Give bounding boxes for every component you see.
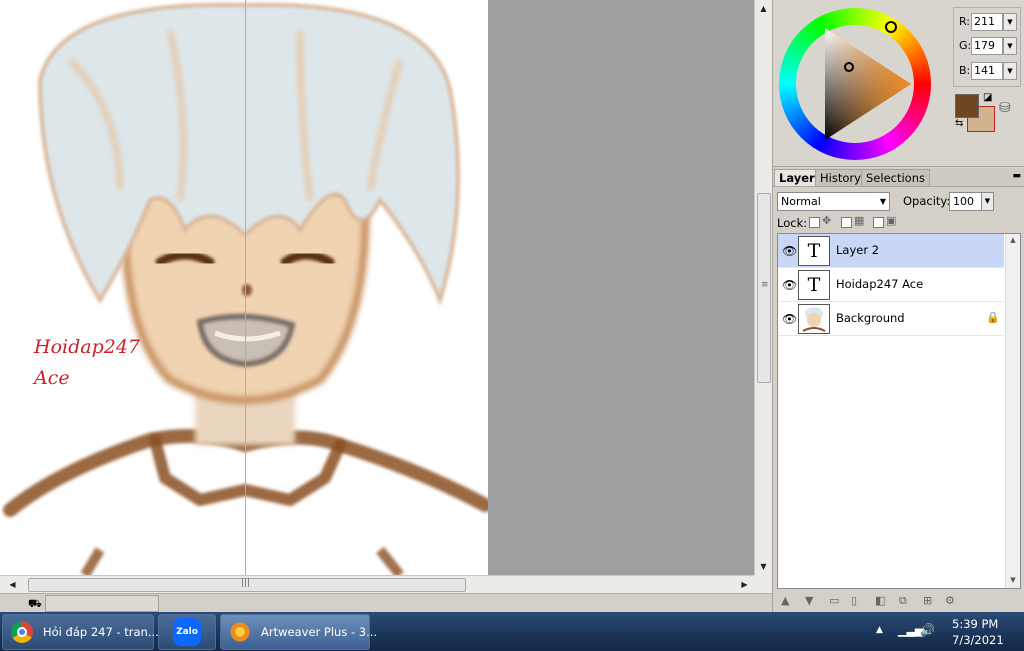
volume-icon[interactable]: 🔊 [920, 623, 935, 637]
scroll-down-arrow-icon[interactable]: ▼ [755, 558, 772, 575]
taskbar-item-label: Artweaver Plus - 3... [261, 625, 378, 639]
swap-colors-icon[interactable]: ◪ [983, 92, 992, 103]
clock-time[interactable]: 5:39 PM [952, 617, 998, 631]
chrome-icon [11, 621, 33, 643]
green-label: G: [959, 39, 972, 52]
red-dropdown-icon[interactable]: ▼ [1003, 13, 1017, 31]
layer-thumbnail: T [798, 236, 830, 266]
character-thumbnail-icon [799, 305, 829, 333]
panel-tabs: Layers History Selections ▬ [773, 168, 1024, 187]
zalo-icon: Zalo [173, 618, 201, 646]
taskbar-item-artweaver[interactable]: Artweaver Plus - 3... [220, 614, 377, 650]
navigator-icon[interactable]: ⛟ [28, 597, 42, 612]
vertical-guide-line[interactable] [245, 0, 246, 575]
layer-row[interactable]: 👁 T Hoidap247 Ace [778, 268, 1004, 302]
taskbar-item-zalo[interactable]: Zalo [158, 614, 216, 650]
character-drawing [3, 2, 488, 575]
right-panel: R: 211 ▼ G: 179 ▼ B: 141 ▼ ◪ ⇆ ⛁ Layers … [772, 0, 1024, 612]
tab-history[interactable]: History [815, 169, 866, 186]
layer-mask-icon[interactable]: ◧ [875, 594, 885, 607]
color-picker-stamp-icon[interactable]: ⛁ [999, 100, 1011, 116]
clock-date[interactable]: 7/3/2021 [952, 633, 1004, 647]
eye-icon[interactable]: 👁 [782, 312, 797, 326]
scroll-down-arrow-icon[interactable]: ▼ [1006, 576, 1020, 584]
red-input[interactable]: 211 [971, 13, 1003, 31]
scroll-left-arrow-icon[interactable]: ◀ [4, 576, 21, 593]
blue-dropdown-icon[interactable]: ▼ [1003, 62, 1017, 80]
layer-row[interactable]: 👁 Background 🔒 [778, 302, 1004, 336]
status-bar: ⛟ [0, 593, 772, 613]
merge-layer-icon[interactable]: ⊞ [923, 594, 932, 607]
panel-menu-icon[interactable]: ▬ [1012, 171, 1021, 181]
color-triangle[interactable] [779, 8, 931, 160]
horizontal-scroll-thumb[interactable]: ||| [28, 578, 466, 592]
color-panel: R: 211 ▼ G: 179 ▼ B: 141 ▼ ◪ ⇆ ⛁ [773, 0, 1024, 167]
layers-scrollbar[interactable]: ▲ ▼ [1005, 234, 1020, 588]
lock-move-icon: ✥ [822, 214, 832, 227]
scroll-right-arrow-icon[interactable]: ▶ [736, 576, 753, 593]
layer-name: Background [836, 311, 905, 325]
reset-colors-icon[interactable]: ⇆ [955, 118, 963, 129]
new-folder-icon[interactable]: ▭ [829, 594, 839, 607]
color-wheel[interactable] [779, 8, 931, 160]
signature-text-line1: Hoidap247 [34, 336, 141, 358]
blue-label: B: [959, 64, 971, 77]
signature-text-line2: Ace [34, 367, 70, 389]
background-thumbnail-image [798, 304, 830, 334]
hue-marker[interactable] [885, 21, 897, 33]
layer-name: Hoidap247 Ace [836, 277, 924, 291]
taskbar-item-chrome[interactable]: Hỏi đáp 247 - tran... [2, 614, 159, 650]
layer-thumbnail: T [798, 270, 830, 300]
lock-all-checkbox[interactable] [873, 217, 884, 228]
layers-list: 👁 T Layer 2 👁 T Hoidap247 Ace 👁 Backgrou… [777, 233, 1021, 589]
lock-pixels-checkbox[interactable] [841, 217, 852, 228]
show-hidden-icons-icon[interactable]: ▲ [876, 625, 883, 635]
new-layer-icon[interactable]: ▯ [851, 594, 857, 607]
eye-icon[interactable]: 👁 [782, 244, 797, 258]
green-row: G: 179 ▼ [959, 37, 1019, 55]
lock-all-icon: ▣ [886, 214, 897, 227]
opacity-label: Opacity: [903, 194, 951, 208]
taskbar: Hỏi đáp 247 - tran... Zalo Artweaver Plu… [0, 612, 1024, 651]
horizontal-scrollbar[interactable]: ◀ ||| ▶ [0, 575, 754, 593]
vertical-scroll-thumb[interactable]: ≡ [757, 193, 771, 383]
system-tray: ▲ ▁▃▅ 🔊 5:39 PM 7/3/2021 [876, 612, 1024, 651]
red-label: R: [959, 15, 971, 28]
blue-input[interactable]: 141 [971, 62, 1003, 80]
red-row: R: 211 ▼ [959, 13, 1019, 31]
blend-mode-value: Normal [781, 195, 821, 208]
green-input[interactable]: 179 [971, 37, 1003, 55]
lock-transparency-checkbox[interactable] [809, 217, 820, 228]
scroll-grip-icon: ≡ [761, 280, 769, 290]
foreground-color-swatch[interactable] [955, 94, 979, 118]
layer-row[interactable]: 👁 T Layer 2 [778, 234, 1004, 268]
lock-pixels-icon: ▦ [854, 214, 865, 227]
status-field [45, 595, 159, 612]
chevron-down-icon: ▼ [879, 197, 886, 206]
scroll-corner [754, 575, 772, 593]
artweaver-icon [229, 621, 251, 643]
scroll-up-arrow-icon[interactable]: ▲ [755, 0, 772, 17]
duplicate-layer-icon[interactable]: ⧉ [899, 594, 907, 608]
eye-icon[interactable]: 👁 [782, 278, 797, 292]
lock-label: Lock: [777, 216, 808, 230]
tab-selections[interactable]: Selections [861, 169, 930, 186]
vertical-scrollbar[interactable]: ▲ ≡ ▼ [754, 0, 772, 575]
layer-name: Layer 2 [836, 243, 880, 257]
blend-mode-select[interactable]: Normal ▼ [777, 192, 890, 211]
green-dropdown-icon[interactable]: ▼ [1003, 37, 1017, 55]
move-layer-down-icon[interactable]: ▼ [805, 594, 813, 607]
canvas-area[interactable]: Hoidap247 Ace [0, 0, 754, 575]
taskbar-item-label: Hỏi đáp 247 - tran... [43, 625, 159, 639]
scroll-up-arrow-icon[interactable]: ▲ [1006, 236, 1020, 244]
delete-layer-icon[interactable]: ⚙ [945, 594, 955, 607]
move-layer-up-icon[interactable]: ▲ [781, 594, 789, 607]
scroll-grip-icon: ||| [241, 578, 251, 588]
lock-icon: 🔒 [986, 311, 1000, 324]
opacity-dropdown-icon[interactable]: ▼ [981, 192, 994, 211]
drawing-canvas[interactable]: Hoidap247 Ace [0, 0, 488, 575]
blue-row: B: 141 ▼ [959, 62, 1019, 80]
